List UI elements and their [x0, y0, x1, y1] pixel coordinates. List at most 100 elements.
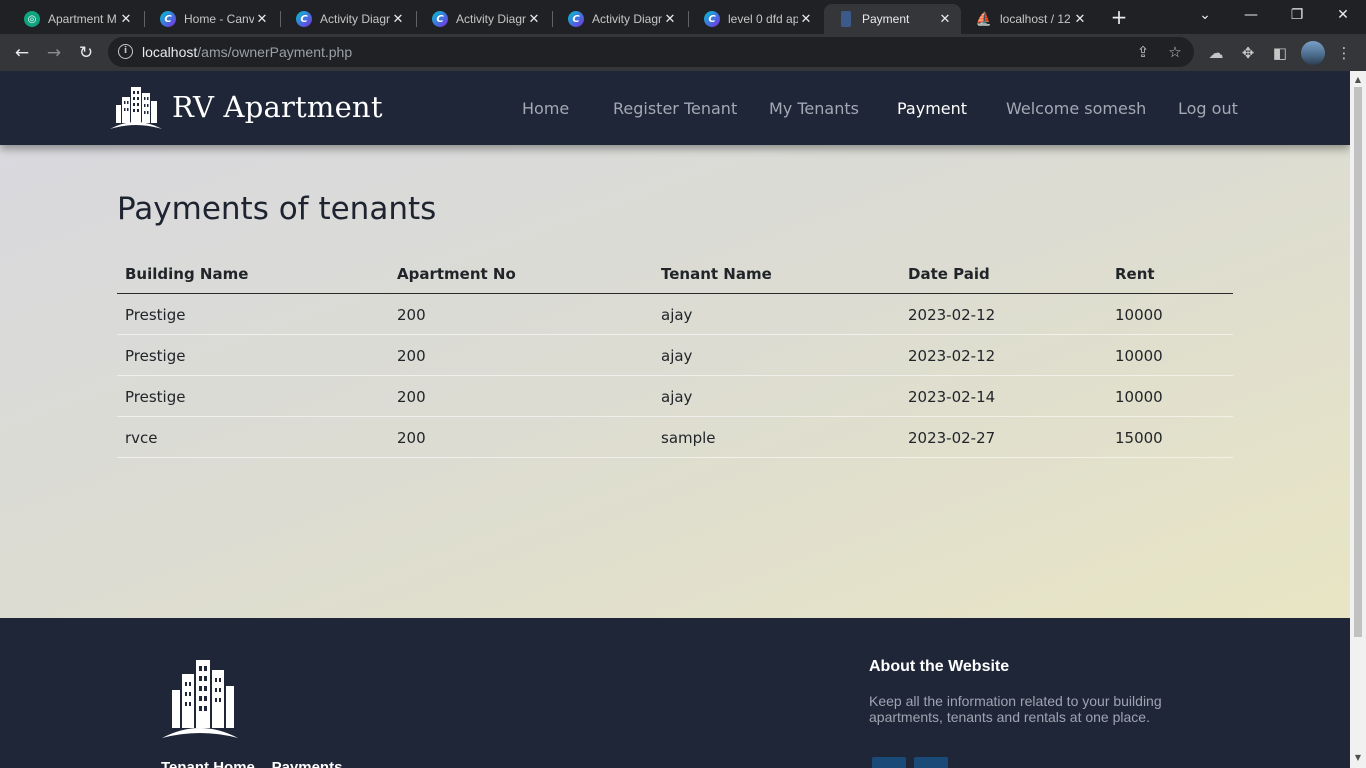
nav-my-tenants[interactable]: My Tenants — [769, 99, 859, 118]
tab-title: Activity Diagr — [320, 12, 390, 26]
phpmyadmin-icon: ⛵ — [975, 11, 993, 27]
extension-icon[interactable]: ☁ — [1206, 43, 1226, 63]
building-logo-icon — [162, 660, 238, 738]
building-logo-icon — [110, 87, 162, 129]
canva-icon: C — [704, 11, 720, 27]
tab-canva-home[interactable]: C Home - Canv ✕ — [146, 4, 278, 34]
close-icon[interactable]: ✕ — [662, 12, 678, 27]
canva-icon: C — [296, 11, 312, 27]
tab-title: localhost / 12 — [1000, 12, 1071, 26]
url-text[interactable]: localhost/ams/ownerPayment.php — [142, 44, 352, 60]
cell-tenant: sample — [661, 429, 716, 447]
table-header-row: Building Name Apartment No Tenant Name D… — [117, 257, 1233, 294]
tab-title: Activity Diagr — [456, 12, 526, 26]
social-icon[interactable] — [914, 757, 948, 768]
table-row: Prestige 200 ajay 2023-02-14 10000 — [117, 376, 1233, 417]
tab-title: Activity Diagr — [592, 12, 662, 26]
brand[interactable]: RV Apartment — [108, 83, 383, 131]
page-scrollbar[interactable]: ▲ ▼ — [1350, 71, 1366, 768]
browser-toolbar: ← → ↻ i localhost/ams/ownerPayment.php ⇪… — [0, 34, 1366, 71]
bookmark-star-icon[interactable]: ☆ — [1166, 43, 1184, 61]
scrollbar-thumb[interactable] — [1354, 87, 1362, 637]
tab-title: Home - Canv — [184, 12, 254, 26]
cell-building: Prestige — [125, 306, 186, 324]
close-icon[interactable]: ✕ — [798, 12, 814, 27]
payments-table: Building Name Apartment No Tenant Name D… — [117, 257, 1233, 458]
close-icon[interactable]: ✕ — [1072, 12, 1088, 27]
cell-date: 2023-02-12 — [908, 306, 996, 324]
column-header-tenant: Tenant Name — [661, 265, 772, 283]
cell-apartment: 200 — [397, 306, 426, 324]
kebab-menu-icon[interactable]: ⋮ — [1334, 43, 1354, 63]
tab-apartment[interactable]: ◎ Apartment M ✕ — [10, 4, 142, 34]
close-icon[interactable]: ✕ — [118, 12, 134, 27]
nav-logout[interactable]: Log out — [1178, 99, 1238, 118]
tab-level0-dfd[interactable]: C level 0 dfd ap ✕ — [690, 4, 822, 34]
close-icon[interactable]: ✕ — [390, 12, 406, 27]
close-icon[interactable]: ✕ — [254, 12, 270, 27]
cell-rent: 15000 — [1115, 429, 1163, 447]
minimize-button[interactable]: — — [1228, 0, 1274, 30]
scroll-down-arrow[interactable]: ▼ — [1350, 753, 1366, 762]
cell-building: rvce — [125, 429, 158, 447]
footer-links[interactable]: Tenant Home Payments — [161, 759, 342, 768]
tab-activity-3[interactable]: C Activity Diagr ✕ — [554, 4, 686, 34]
close-icon[interactable]: ✕ — [526, 12, 542, 27]
puzzle-extensions-icon[interactable]: ✥ — [1238, 43, 1258, 63]
reload-button[interactable]: ↻ — [73, 40, 99, 66]
cell-date: 2023-02-27 — [908, 429, 996, 447]
tab-divider — [144, 11, 145, 27]
cell-tenant: ajay — [661, 388, 693, 406]
nav-register-tenant[interactable]: Register Tenant — [613, 99, 737, 118]
browser-tab-bar: ◎ Apartment M ✕ C Home - Canv ✕ C Activi… — [0, 0, 1366, 34]
cell-tenant: ajay — [661, 306, 693, 324]
tab-title: Apartment M — [48, 12, 117, 26]
tab-divider — [688, 11, 689, 27]
site-info-icon[interactable]: i — [118, 44, 133, 59]
tab-divider — [416, 11, 417, 27]
address-bar[interactable]: i localhost/ams/ownerPayment.php ⇪ ☆ — [108, 37, 1194, 67]
tab-title: Payment — [862, 12, 910, 26]
table-row: Prestige 200 ajay 2023-02-12 10000 — [117, 294, 1233, 335]
cell-building: Prestige — [125, 347, 186, 365]
back-button[interactable]: ← — [9, 40, 35, 66]
nav-welcome-user[interactable]: Welcome somesh — [1006, 99, 1146, 118]
cell-apartment: 200 — [397, 388, 426, 406]
tab-divider — [552, 11, 553, 27]
cell-building: Prestige — [125, 388, 186, 406]
forward-button[interactable]: → — [41, 40, 67, 66]
scroll-up-arrow[interactable]: ▲ — [1350, 75, 1366, 84]
cell-rent: 10000 — [1115, 347, 1163, 365]
tab-title: level 0 dfd ap — [728, 12, 798, 26]
url-path: /ams/ownerPayment.php — [197, 44, 353, 60]
profile-avatar[interactable] — [1301, 41, 1325, 65]
tab-phpmyadmin[interactable]: ⛵ localhost / 12 ✕ — [962, 4, 1096, 34]
canva-icon: C — [432, 11, 448, 27]
close-icon[interactable]: ✕ — [937, 12, 953, 27]
canva-icon: C — [568, 11, 584, 27]
tab-divider — [280, 11, 281, 27]
tab-activity-1[interactable]: C Activity Diagr ✕ — [282, 4, 414, 34]
side-panel-icon[interactable]: ◧ — [1270, 43, 1290, 63]
share-icon[interactable]: ⇪ — [1134, 43, 1152, 61]
cell-apartment: 200 — [397, 429, 426, 447]
table-row: rvce 200 sample 2023-02-27 15000 — [117, 417, 1233, 458]
window-close-button[interactable]: ✕ — [1320, 0, 1366, 30]
social-icon[interactable] — [872, 757, 906, 768]
nav-home[interactable]: Home — [522, 99, 569, 118]
nav-payment[interactable]: Payment — [897, 99, 967, 118]
column-header-apartment: Apartment No — [397, 265, 516, 283]
column-header-rent: Rent — [1115, 265, 1155, 283]
restore-button[interactable]: ❐ — [1274, 0, 1320, 30]
brand-name: RV Apartment — [172, 90, 383, 124]
url-host: localhost — [142, 44, 198, 60]
cell-rent: 10000 — [1115, 388, 1163, 406]
tab-search-button[interactable]: ⌄ — [1182, 0, 1228, 30]
chatgpt-icon: ◎ — [24, 11, 40, 27]
canva-icon: C — [160, 11, 176, 27]
cell-rent: 10000 — [1115, 306, 1163, 324]
column-header-building: Building Name — [125, 265, 249, 283]
tab-activity-2[interactable]: C Activity Diagr ✕ — [418, 4, 550, 34]
new-tab-button[interactable]: + — [1107, 6, 1131, 30]
tab-payment[interactable]: Payment ✕ — [824, 4, 961, 34]
